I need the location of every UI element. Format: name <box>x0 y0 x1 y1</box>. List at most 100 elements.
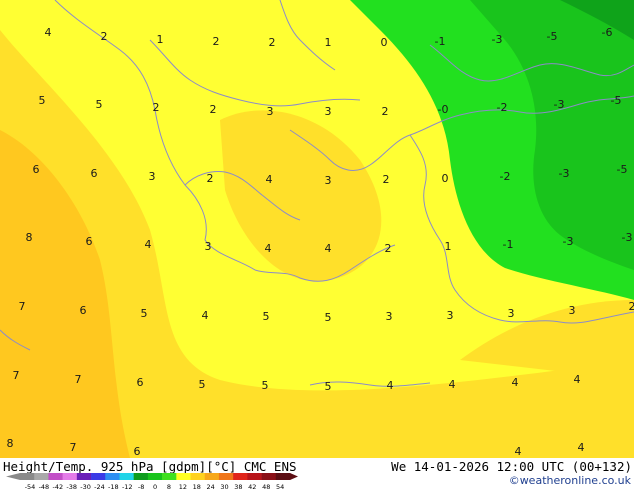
temp-label: 5 <box>96 98 103 111</box>
map-datetime: We 14-01-2026 12:00 UTC (00+132) <box>391 459 632 474</box>
temp-label: 5 <box>325 311 332 324</box>
temp-label: 1 <box>157 33 164 46</box>
temp-label: 4 <box>574 373 581 386</box>
scale-tick-label: -42 <box>52 483 63 490</box>
temp-label: 4 <box>387 379 394 392</box>
temp-label: 4 <box>45 26 52 39</box>
temp-label: 4 <box>515 445 522 458</box>
scale-swatch <box>261 473 277 480</box>
temp-label: 4 <box>145 238 152 251</box>
temp-label: 3 <box>267 105 274 118</box>
scale-tick-label: 42 <box>248 483 256 490</box>
scale-swatch <box>91 473 106 480</box>
temp-label: 5 <box>262 379 269 392</box>
scale-swatch <box>233 473 248 480</box>
temp-label: 3 <box>149 170 156 183</box>
temp-label: 3 <box>325 105 332 118</box>
temp-label: 4 <box>449 378 456 391</box>
scale-tick-label: 54 <box>276 483 284 490</box>
temp-label: 2 <box>207 172 214 185</box>
scale-swatch <box>34 473 49 480</box>
temp-label: 3 <box>386 310 393 323</box>
temp-label: 4 <box>578 441 585 454</box>
temp-label: 6 <box>91 167 98 180</box>
scale-tick-label: 12 <box>179 483 187 490</box>
temp-label: 4 <box>202 309 209 322</box>
temp-label: -5 <box>611 94 622 107</box>
temp-label: 7 <box>13 369 20 382</box>
scale-swatch <box>218 473 234 480</box>
temp-label: -2 <box>497 101 508 114</box>
color-scale-legend: -54 -48 -42 -38 -30 -24 -18 -12 -8 0 8 12 18 24 30 38 42… <box>6 473 298 490</box>
temp-label: -3 <box>559 167 570 180</box>
scale-swatch <box>147 473 163 480</box>
scale-tick-label: -38 <box>66 483 77 490</box>
scale-tick-label: 18 <box>193 483 201 490</box>
temp-label: 8 <box>26 231 33 244</box>
credit-link[interactable]: ©weatheronline.co.uk <box>509 474 631 487</box>
temp-label: 4 <box>265 242 272 255</box>
scale-swatch <box>162 473 177 480</box>
scale-tick-label: -30 <box>80 483 91 490</box>
scale-swatch <box>62 473 78 480</box>
temp-label: 3 <box>447 309 454 322</box>
temp-label: 5 <box>39 94 46 107</box>
scale-tick-label: -54 <box>25 483 36 490</box>
scale-swatch <box>275 473 291 480</box>
temp-label: 6 <box>80 304 87 317</box>
temp-label: 4 <box>325 242 332 255</box>
temp-label: 5 <box>199 378 206 391</box>
temp-label: 3 <box>508 307 515 320</box>
temp-label: 2 <box>101 30 108 43</box>
scale-swatch <box>76 473 92 480</box>
temp-label: 3 <box>205 240 212 253</box>
temp-label: 2 <box>210 103 217 116</box>
footer: Height/Temp. 925 hPa [gdpm][°C] CMC ENS … <box>0 458 634 490</box>
scale-swatch <box>133 473 149 480</box>
temp-label: 6 <box>86 235 93 248</box>
temp-label: -3 <box>622 231 633 244</box>
scale-tick-label: -18 <box>108 483 119 490</box>
temp-label: -5 <box>547 30 558 43</box>
scale-tick-label: 48 <box>262 483 270 490</box>
scale-swatch <box>190 473 206 480</box>
scale-swatch <box>48 473 63 480</box>
temp-label: 0 <box>442 172 449 185</box>
temp-label: 1 <box>445 240 452 253</box>
temp-label: 2 <box>153 101 160 114</box>
temp-label: -6 <box>602 26 613 39</box>
scale-swatch <box>20 473 35 480</box>
temp-label: 2 <box>269 36 276 49</box>
temp-label: 8 <box>7 437 14 450</box>
temp-label: 5 <box>263 310 270 323</box>
scale-tick-label: 24 <box>206 483 214 490</box>
temp-label: -1 <box>435 35 446 48</box>
temp-label: 6 <box>137 376 144 389</box>
temp-label: -3 <box>554 98 565 111</box>
temp-label: 2 <box>385 242 392 255</box>
scale-arrow-right <box>290 473 298 480</box>
temp-label: 2 <box>383 173 390 186</box>
temp-label: 1 <box>325 36 332 49</box>
scale-tick-label: -8 <box>138 483 144 490</box>
temp-label: -1 <box>503 238 514 251</box>
scale-tick-label: 0 <box>153 483 157 490</box>
temp-label: 2 <box>629 300 634 313</box>
scale-swatch <box>247 473 262 480</box>
temp-label: 3 <box>325 174 332 187</box>
temp-label: 6 <box>33 163 40 176</box>
scale-swatch <box>204 473 220 480</box>
scale-tick-label: 8 <box>167 483 171 490</box>
temp-label: 7 <box>75 373 82 386</box>
temp-label: -3 <box>492 33 503 46</box>
temp-label: 3 <box>569 304 576 317</box>
scale-swatch <box>105 473 120 480</box>
temp-label: 5 <box>325 380 332 393</box>
scale-tick-label: -48 <box>39 483 50 490</box>
temp-label: -5 <box>617 163 628 176</box>
temperature-map: 4 2 1 2 2 1 0 -1 -3 -5 -6 5 5 2 2 3 3 2 -0 -2 -3 -5 6 6 3 2 4 3 2 0 -2… <box>0 0 634 458</box>
scale-swatch <box>119 473 134 480</box>
temp-label: -0 <box>438 103 449 116</box>
temp-label: 4 <box>266 173 273 186</box>
temp-label: 5 <box>141 307 148 320</box>
